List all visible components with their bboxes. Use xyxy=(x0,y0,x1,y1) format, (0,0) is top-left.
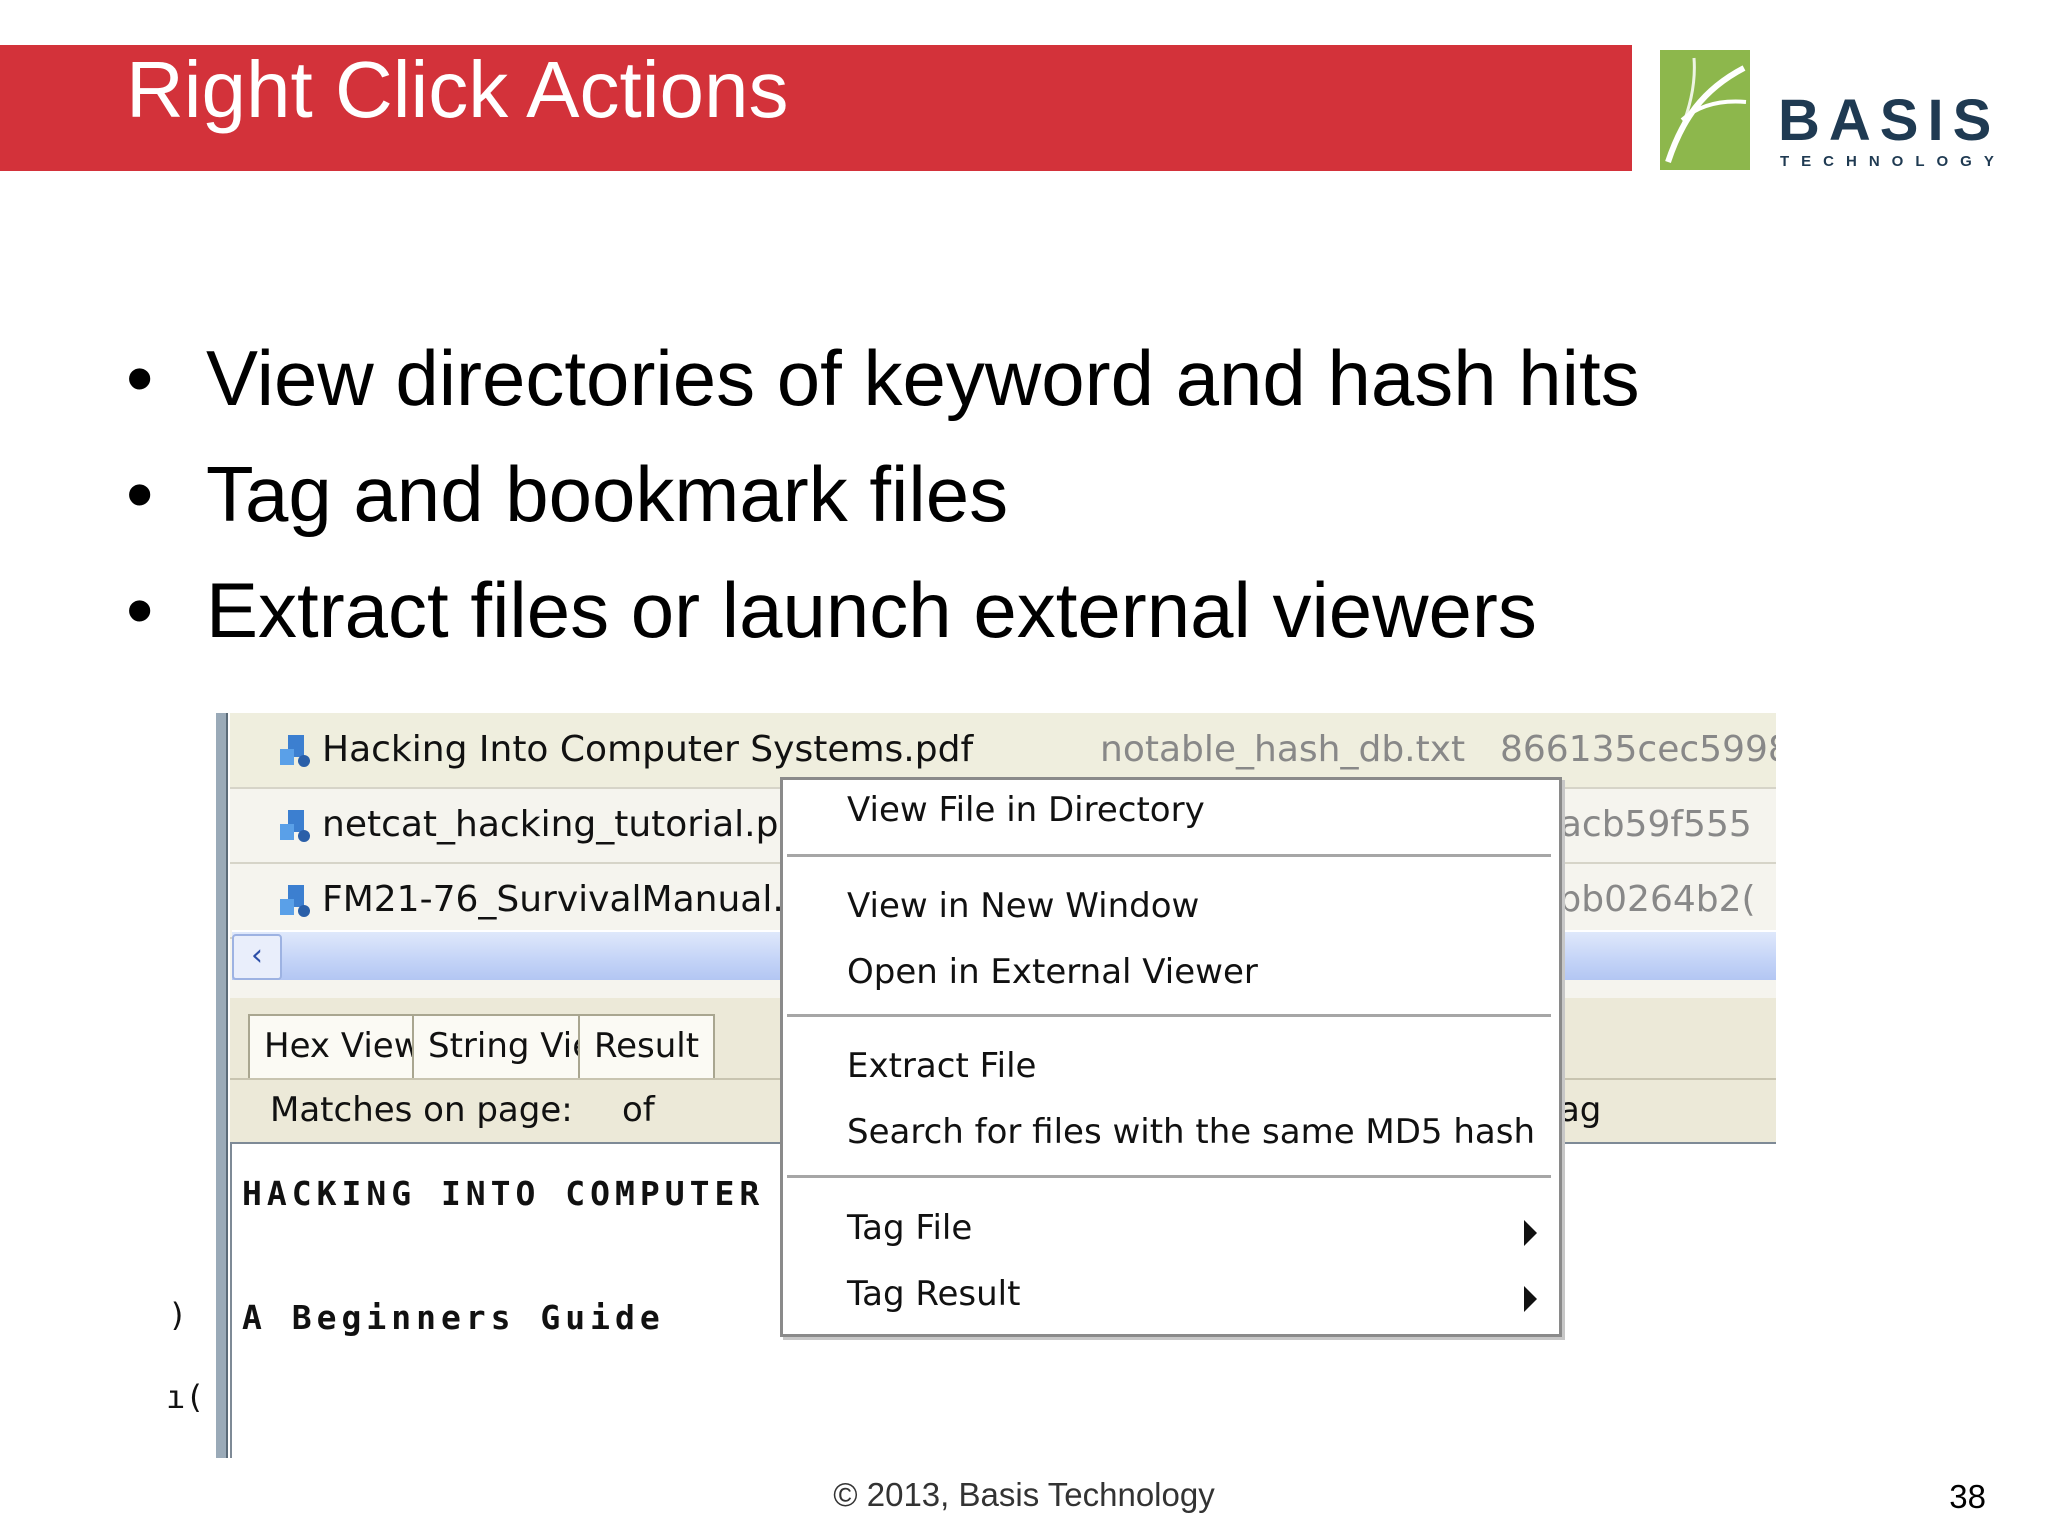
submenu-arrow-icon xyxy=(1524,1286,1537,1312)
menu-item-search-same-md5[interactable]: Search for files with the same MD5 hash xyxy=(847,1112,1535,1152)
submenu-arrow-icon xyxy=(1524,1220,1537,1246)
menu-separator xyxy=(787,1175,1551,1178)
content-line: A Beginners Guide xyxy=(242,1298,665,1337)
chevron-left-icon: ‹ xyxy=(251,938,263,973)
menu-item-open-in-external-viewer[interactable]: Open in External Viewer xyxy=(847,952,1258,992)
file-name: FM21-76_SurvivalManual.p xyxy=(322,879,807,920)
menu-item-tag-result[interactable]: Tag Result xyxy=(847,1274,1020,1314)
context-menu: View File in Directory View in New Windo… xyxy=(780,777,1562,1337)
menu-item-view-in-new-window[interactable]: View in New Window xyxy=(847,886,1199,926)
bullet-item: • Extract files or launch external viewer… xyxy=(126,552,1640,668)
menu-item-tag-file[interactable]: Tag File xyxy=(847,1208,972,1248)
logo-subtitle: TECHNOLOGY xyxy=(1780,153,2006,170)
menu-separator xyxy=(787,1014,1551,1017)
file-hit-icon xyxy=(280,810,310,842)
menu-item-extract-file[interactable]: Extract File xyxy=(847,1046,1036,1086)
bullet-text: Extract files or launch external viewers xyxy=(206,566,1537,654)
content-line: HACKING INTO COMPUTER xyxy=(242,1174,765,1213)
bullet-dot-icon: • xyxy=(126,450,154,538)
footer-copyright: © 2013, Basis Technology xyxy=(833,1476,1215,1513)
tab-result[interactable]: Result xyxy=(578,1014,716,1078)
bullet-dot-icon: • xyxy=(126,566,154,654)
logo-wordmark: BASIS xyxy=(1778,88,2001,153)
leaf-logo-icon xyxy=(1660,50,1750,170)
edge-text-fragment: ) xyxy=(168,1296,188,1334)
scroll-left-button[interactable]: ‹ xyxy=(232,934,282,980)
tab-hex-view[interactable]: Hex View xyxy=(248,1014,438,1078)
bullet-item: • View directories of keyword and hash hi… xyxy=(126,320,1640,436)
bullet-text: View directories of keyword and hash hit… xyxy=(206,334,1640,422)
edge-text-fragment: ı( xyxy=(166,1378,205,1416)
matches-of: of xyxy=(622,1090,655,1130)
file-name: netcat_hacking_tutorial.pd xyxy=(322,804,802,845)
page-number: 38 xyxy=(1949,1478,1986,1515)
window-frame xyxy=(216,713,228,1458)
matches-label: Matches on page: xyxy=(270,1090,573,1130)
hash-db-name: notable_hash_db.txt xyxy=(1100,729,1466,770)
basis-logo: BASIS TECHNOLOGY xyxy=(1660,50,2020,174)
file-hit-icon xyxy=(280,885,310,917)
file-name: Hacking Into Computer Systems.pdf xyxy=(322,729,974,770)
slide-title: Right Click Actions xyxy=(126,45,789,134)
matches-current: - xyxy=(548,1090,561,1130)
menu-item-view-file-in-directory[interactable]: View File in Directory xyxy=(847,790,1205,830)
bullet-text: Tag and bookmark files xyxy=(206,450,1009,538)
file-hit-icon xyxy=(280,735,310,767)
bullet-list: • View directories of keyword and hash hi… xyxy=(126,320,1640,668)
file-hash: 866135cec59985 xyxy=(1500,729,1776,770)
bullet-dot-icon: • xyxy=(126,334,154,422)
menu-separator xyxy=(787,854,1551,857)
bullet-item: • Tag and bookmark files xyxy=(126,436,1640,552)
